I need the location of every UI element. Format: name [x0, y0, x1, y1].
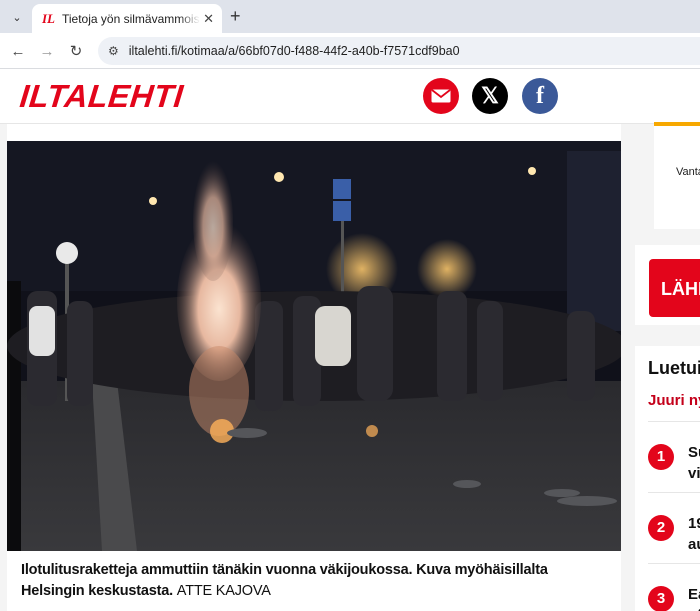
iltalehti-logo[interactable]: ILTALEHTI [18, 78, 185, 115]
article-main: Ilotulitusraketteja ammuttiin tänäkin vu… [7, 124, 621, 611]
list-item-title: Ea of [688, 586, 700, 611]
list-item[interactable]: 3 Ea of [648, 563, 700, 611]
list-item-title: Su vi [688, 444, 700, 482]
sidebar-cta-button[interactable]: LÄHE [649, 259, 700, 317]
forward-arrow-icon[interactable]: → [36, 40, 58, 62]
list-item-title: 19 au [688, 515, 700, 553]
web-page: ILTALEHTI 𝕏 f Ilotulitusraketteja ammutt… [0, 70, 700, 611]
x-share-icon[interactable]: 𝕏 [472, 78, 508, 114]
caption-text: Ilotulitusraketteja ammuttiin tänäkin vu… [21, 562, 548, 599]
site-header: ILTALEHTI 𝕏 f [0, 70, 700, 124]
most-read-title: Luetuin [648, 358, 700, 378]
article-photo-fireworks-crowd [7, 141, 621, 551]
facebook-share-icon[interactable]: f [522, 78, 558, 114]
tab-title: Tietoja yön silmävammoista alk [62, 11, 200, 26]
new-tab-plus-icon[interactable]: + [230, 6, 241, 27]
most-read-tab[interactable]: Juuri ny [648, 392, 700, 409]
site-settings-icon[interactable]: ⚙ [108, 44, 119, 58]
sidebar-ad-text: Vanta [676, 166, 700, 178]
browser-tab[interactable]: IL Tietoja yön silmävammoista alk ✕ [32, 4, 222, 33]
sidebar-cta-box: LÄHE [635, 245, 700, 325]
close-tab-icon[interactable]: ✕ [203, 11, 214, 27]
rank-badge: 1 [648, 444, 674, 470]
photo-caption: Ilotulitusraketteja ammuttiin tänäkin vu… [21, 560, 611, 602]
browser-toolbar: ← → ↻ ⚙ iltalehti.fi/kotimaa/a/66bf07d0-… [0, 33, 700, 69]
most-read-panel: Luetuin Juuri ny 1 Su vi 2 19 au 3 Ea of [635, 346, 700, 611]
iltalehti-favicon-icon: IL [42, 10, 55, 26]
mail-share-icon[interactable] [423, 78, 459, 114]
sidebar-ad[interactable]: Vanta [654, 122, 700, 229]
back-arrow-icon[interactable]: ← [7, 40, 29, 62]
list-item[interactable]: 1 Su vi [648, 421, 700, 491]
photo-credit: ATTE KAJOVA [176, 583, 271, 599]
address-bar[interactable]: ⚙ iltalehti.fi/kotimaa/a/66bf07d0-f488-4… [98, 37, 700, 65]
browser-tab-bar: ⌄ IL Tietoja yön silmävammoista alk ✕ + [0, 0, 700, 33]
rank-badge: 2 [648, 515, 674, 541]
url-text: iltalehti.fi/kotimaa/a/66bf07d0-f488-44f… [128, 44, 460, 58]
reload-icon[interactable]: ↻ [65, 40, 87, 62]
rank-badge: 3 [648, 586, 674, 611]
tab-search-chevron-icon[interactable]: ⌄ [6, 6, 28, 28]
list-item[interactable]: 2 19 au [648, 492, 700, 562]
